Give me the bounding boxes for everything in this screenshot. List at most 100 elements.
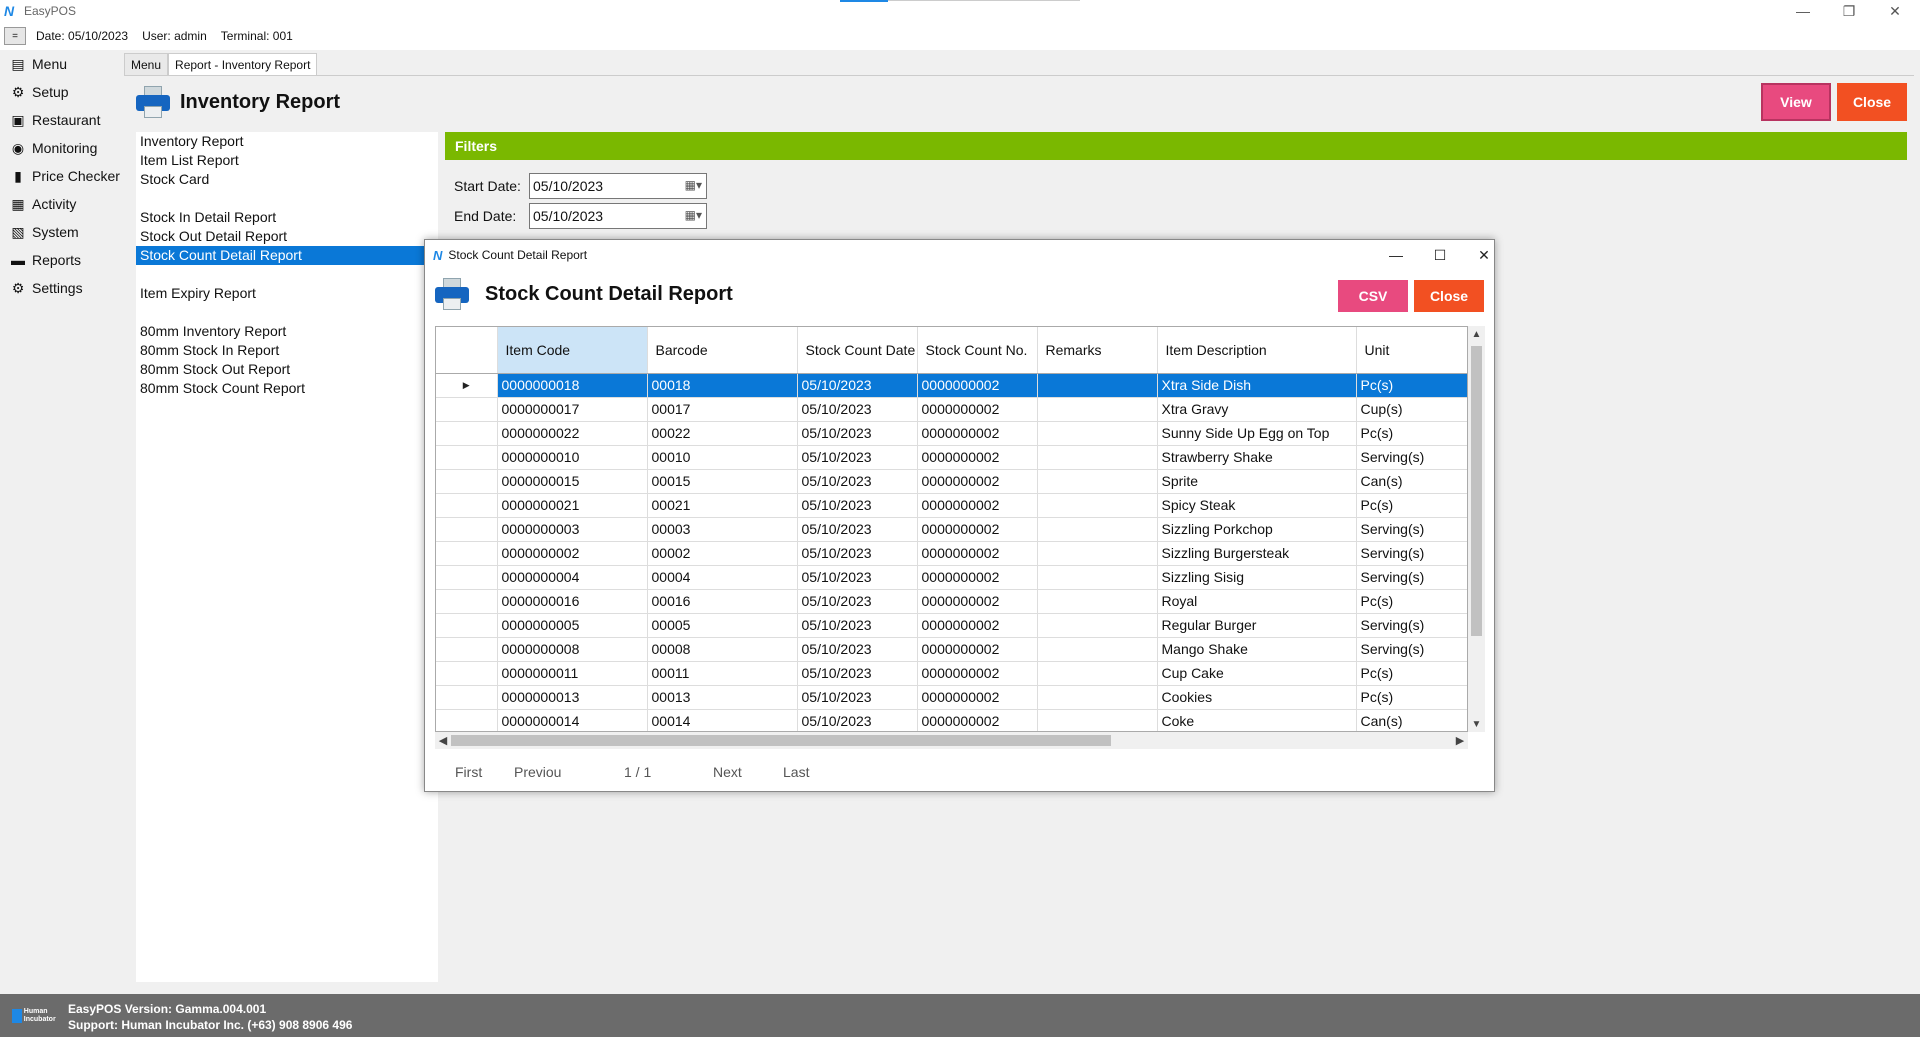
table-cell[interactable]: 0000000002	[917, 445, 1038, 470]
table-cell[interactable]: Serving(s)	[1356, 637, 1467, 662]
table-cell[interactable]: 05/10/2023	[797, 661, 918, 686]
row-pointer-icon[interactable]: ▶	[436, 373, 498, 398]
csv-button[interactable]: CSV	[1338, 280, 1408, 312]
table-cell[interactable]: Cookies	[1157, 685, 1357, 710]
table-cell[interactable]	[1037, 661, 1158, 686]
horizontal-scrollbar[interactable]: ◀ ▶	[435, 732, 1468, 749]
table-cell[interactable]: Strawberry Shake	[1157, 445, 1357, 470]
report-item-80mm-stock-out-report[interactable]: 80mm Stock Out Report	[136, 360, 438, 379]
table-cell[interactable]: 00004	[647, 565, 798, 590]
table-cell[interactable]: 0000000002	[917, 397, 1038, 422]
nav-item-price-checker[interactable]: ▮ Price Checker	[0, 162, 122, 190]
report-item-stock-count-detail-report[interactable]: Stock Count Detail Report	[136, 246, 438, 265]
table-cell[interactable]: 00008	[647, 637, 798, 662]
table-cell[interactable]: 00016	[647, 589, 798, 614]
table-row[interactable]: 0000000013 00013 05/10/2023 0000000002 Cooki…	[436, 685, 1467, 710]
table-cell[interactable]: 05/10/2023	[797, 613, 918, 638]
table-cell[interactable]: Sunny Side Up Egg on Top	[1157, 421, 1357, 446]
restore-icon[interactable]: ❐	[1826, 0, 1872, 22]
minimize-icon[interactable]: —	[1780, 0, 1826, 22]
previous-page-button[interactable]: Previou	[514, 764, 561, 780]
dialog-maximize-icon[interactable]: ☐	[1425, 244, 1455, 266]
table-cell[interactable]: 00010	[647, 445, 798, 470]
table-cell[interactable]: 0000000002	[917, 541, 1038, 566]
table-cell[interactable]: 0000000002	[917, 565, 1038, 590]
table-cell[interactable]: Pc(s)	[1356, 661, 1467, 686]
table-cell[interactable]: Sizzling Porkchop	[1157, 517, 1357, 542]
table-cell[interactable]	[1037, 709, 1158, 731]
table-cell[interactable]: Xtra Gravy	[1157, 397, 1357, 422]
calendar-dropdown-icon[interactable]: ▦▾	[685, 208, 702, 222]
table-cell[interactable]: 0000000002	[917, 709, 1038, 731]
nav-item-activity[interactable]: ▦ Activity	[0, 190, 122, 218]
table-cell[interactable]: 05/10/2023	[797, 373, 918, 398]
dialog-minimize-icon[interactable]: —	[1381, 244, 1411, 266]
calendar-dropdown-icon[interactable]: ▦▾	[685, 178, 702, 192]
vertical-scrollbar[interactable]: ▲ ▼	[1468, 326, 1485, 732]
table-row[interactable]: 0000000008 00008 05/10/2023 0000000002 Mango…	[436, 637, 1467, 662]
table-row[interactable]: 0000000022 00022 05/10/2023 0000000002 Sunny…	[436, 421, 1467, 446]
table-cell[interactable]: Sizzling Burgersteak	[1157, 541, 1357, 566]
table-cell[interactable]: 0000000015	[497, 469, 648, 494]
table-cell[interactable]: Spicy Steak	[1157, 493, 1357, 518]
table-cell[interactable]: 0000000002	[917, 373, 1038, 398]
table-cell[interactable]: 0000000022	[497, 421, 648, 446]
row-header[interactable]	[436, 421, 498, 446]
table-row[interactable]: 0000000005 00005 05/10/2023 0000000002 Regul…	[436, 613, 1467, 638]
table-cell[interactable]: 0000000018	[497, 373, 648, 398]
table-cell[interactable]: Regular Burger	[1157, 613, 1357, 638]
end-date-field[interactable]: 05/10/2023 ▦▾	[529, 203, 707, 229]
table-cell[interactable]: 00002	[647, 541, 798, 566]
column-header-barcode[interactable]: Barcode	[647, 327, 798, 374]
table-cell[interactable]: 0000000002	[917, 589, 1038, 614]
table-cell[interactable]: 00015	[647, 469, 798, 494]
row-header[interactable]	[436, 661, 498, 686]
table-row[interactable]: 0000000021 00021 05/10/2023 0000000002 Spicy…	[436, 493, 1467, 518]
tab-inventory-report[interactable]: Report - Inventory Report	[168, 53, 318, 75]
table-cell[interactable]: 0000000010	[497, 445, 648, 470]
table-cell[interactable]: 0000000021	[497, 493, 648, 518]
table-row[interactable]: 0000000002 00002 05/10/2023 0000000002 Sizzl…	[436, 541, 1467, 566]
dialog-close-button[interactable]: Close	[1414, 280, 1484, 312]
nav-item-monitoring[interactable]: ◉ Monitoring	[0, 134, 122, 162]
table-row[interactable]: 0000000004 00004 05/10/2023 0000000002 Sizzl…	[436, 565, 1467, 590]
table-cell[interactable]: 05/10/2023	[797, 469, 918, 494]
column-header-item-description[interactable]: Item Description	[1157, 327, 1357, 374]
nav-item-setup[interactable]: ⚙ Setup	[0, 78, 122, 106]
table-cell[interactable]: Cup(s)	[1356, 397, 1467, 422]
table-cell[interactable]: 05/10/2023	[797, 541, 918, 566]
table-cell[interactable]: 0000000013	[497, 685, 648, 710]
table-cell[interactable]: 0000000002	[917, 637, 1038, 662]
nav-item-menu[interactable]: ▤ Menu	[0, 50, 122, 78]
dialog-close-icon[interactable]: ✕	[1469, 244, 1499, 266]
row-header[interactable]	[436, 445, 498, 470]
table-cell[interactable]: 05/10/2023	[797, 445, 918, 470]
table-row[interactable]: 0000000017 00017 05/10/2023 0000000002 Xtra …	[436, 397, 1467, 422]
table-cell[interactable]: 05/10/2023	[797, 709, 918, 731]
menu-toggle-button[interactable]: =	[4, 27, 26, 45]
close-window-icon[interactable]: ✕	[1872, 0, 1918, 22]
table-cell[interactable]	[1037, 685, 1158, 710]
report-item-item-expiry-report[interactable]: Item Expiry Report	[136, 284, 438, 303]
table-cell[interactable]	[1037, 589, 1158, 614]
table-cell[interactable]: Pc(s)	[1356, 685, 1467, 710]
report-item-80mm-stock-count-report[interactable]: 80mm Stock Count Report	[136, 379, 438, 398]
table-cell[interactable]	[1037, 373, 1158, 398]
start-date-field[interactable]: 05/10/2023 ▦▾	[529, 173, 707, 199]
table-cell[interactable]	[1037, 517, 1158, 542]
table-cell[interactable]: 05/10/2023	[797, 589, 918, 614]
table-cell[interactable]: Cup Cake	[1157, 661, 1357, 686]
row-header[interactable]	[436, 541, 498, 566]
table-cell[interactable]	[1037, 397, 1158, 422]
row-header[interactable]	[436, 469, 498, 494]
table-cell[interactable]: 0000000014	[497, 709, 648, 731]
table-cell[interactable]	[1037, 493, 1158, 518]
table-cell[interactable]: Royal	[1157, 589, 1357, 614]
table-cell[interactable]: 00017	[647, 397, 798, 422]
table-row[interactable]: 0000000015 00015 05/10/2023 0000000002 Sprit…	[436, 469, 1467, 494]
table-cell[interactable]: Serving(s)	[1356, 517, 1467, 542]
table-cell[interactable]: Sprite	[1157, 469, 1357, 494]
table-cell[interactable]: 00018	[647, 373, 798, 398]
table-cell[interactable]: 0000000002	[497, 541, 648, 566]
table-row[interactable]: 0000000011 00011 05/10/2023 0000000002 Cup C…	[436, 661, 1467, 686]
